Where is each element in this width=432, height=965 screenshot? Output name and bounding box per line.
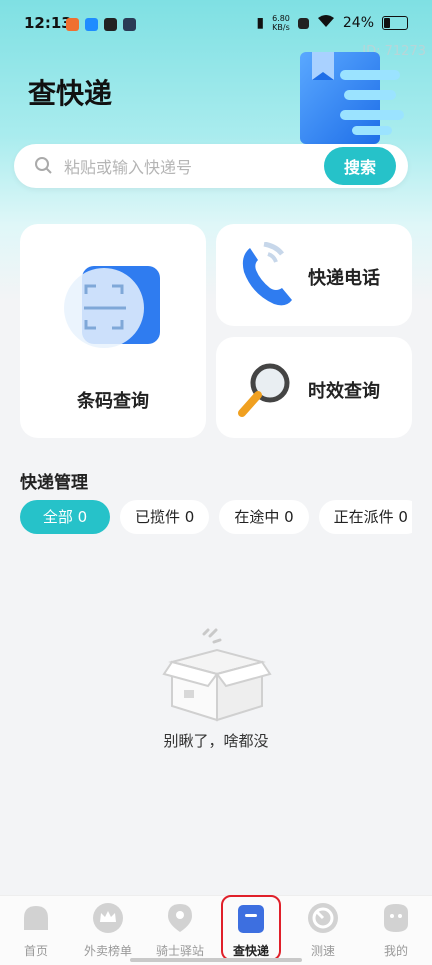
speedometer-icon	[308, 903, 338, 933]
search-input[interactable]	[62, 151, 326, 183]
nav-home-label: 首页	[23, 944, 48, 958]
bottom-nav: 首页 外卖榜单 骑士驿站 查快递 测速 我的	[0, 895, 432, 965]
status-bar: 12:13 ▮ 6.80 KB/s 24%	[0, 0, 432, 48]
battery-level	[384, 18, 390, 28]
tab-in-transit[interactable]: 在途中 0	[219, 500, 309, 534]
battery-percent: 24%	[342, 15, 374, 31]
empty-box-icon	[162, 628, 272, 722]
empty-state-text: 别瞅了，啥都没	[163, 732, 269, 750]
crown-icon	[93, 903, 123, 933]
delivery-time-label: 时效查询	[308, 381, 380, 402]
wifi-icon	[317, 14, 335, 32]
nav-home[interactable]: 首页	[4, 902, 68, 959]
speed-unit: KB/s	[272, 23, 290, 32]
message-icon	[123, 18, 136, 31]
home-icon	[24, 906, 48, 930]
app-notification-icon	[66, 18, 79, 31]
barcode-query-card[interactable]: 条码查询	[20, 224, 206, 438]
nav-profile[interactable]: 我的	[364, 902, 428, 959]
magnifier-icon	[238, 363, 290, 417]
search-button[interactable]: 搜索	[324, 147, 396, 185]
barcode-query-label: 条码查询	[77, 391, 149, 412]
sim-off-icon	[297, 17, 309, 29]
tab-all[interactable]: 全部 0	[20, 500, 110, 534]
section-title: 快递管理	[20, 473, 88, 493]
nav-speed-test[interactable]: 测速	[291, 902, 355, 959]
phone-icon	[242, 242, 292, 306]
speed-value: 6.80	[272, 14, 290, 23]
tab-collected[interactable]: 已揽件 0	[120, 500, 210, 534]
home-indicator[interactable]	[130, 958, 302, 962]
battery-icon	[382, 16, 408, 30]
nav-takeout-ranking[interactable]: 外卖榜单	[76, 902, 140, 959]
courier-phone-card[interactable]: 快递电话	[216, 224, 412, 326]
active-tab-highlight	[221, 895, 281, 961]
barcode-scan-icon	[64, 266, 160, 348]
nav-speed-test-label: 测速	[310, 944, 335, 958]
nav-rider-station[interactable]: 骑士驿站	[148, 902, 212, 959]
app-notification-icon	[104, 18, 117, 31]
page-title: 查快递	[28, 77, 113, 110]
nav-rider-station-label: 骑士驿站	[155, 944, 204, 958]
app-notification-icon	[85, 18, 98, 31]
search-bar: 搜索	[14, 144, 408, 188]
notification-icons	[66, 18, 136, 31]
vibrate-icon: ▮	[256, 15, 265, 31]
status-time: 12:13	[24, 14, 72, 32]
nav-takeout-ranking-label: 外卖榜单	[83, 944, 132, 958]
status-right: ▮ 6.80 KB/s 24%	[256, 14, 408, 32]
courier-phone-label: 快递电话	[308, 268, 380, 289]
location-pin-icon	[168, 904, 192, 932]
network-speed: 6.80 KB/s	[272, 14, 290, 32]
tab-delivering[interactable]: 正在派件 0	[318, 500, 412, 534]
delivery-time-card[interactable]: 时效查询	[216, 337, 412, 438]
status-tabs: 全部 0 已揽件 0 在途中 0 正在派件 0	[20, 500, 412, 534]
book-illustration-icon	[300, 52, 404, 144]
profile-icon	[384, 904, 408, 932]
nav-profile-label: 我的	[383, 944, 408, 958]
search-icon	[35, 157, 52, 174]
